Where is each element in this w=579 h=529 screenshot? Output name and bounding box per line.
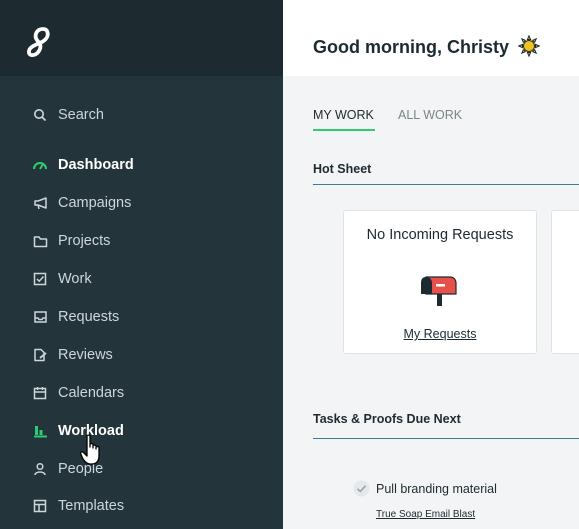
- sidebar-item-label: Reviews: [58, 347, 113, 363]
- task-project-link[interactable]: True Soap Email Blast: [376, 509, 475, 520]
- hot-sheet-divider: [313, 184, 579, 185]
- incoming-requests-card: No Incoming Requests My Requests: [343, 210, 537, 354]
- sidebar-item-people[interactable]: People: [0, 452, 283, 486]
- page-title: Good morning, Christy: [313, 35, 541, 58]
- sidebar-item-label: Campaigns: [58, 195, 132, 211]
- sidebar-item-label: Requests: [58, 309, 120, 325]
- task-complete-checkbox[interactable]: [353, 480, 370, 497]
- dashboard-gauge-icon: [32, 157, 48, 173]
- tab-all-work[interactable]: ALL WORK: [398, 108, 462, 122]
- page-header: Good morning, Christy: [283, 0, 579, 76]
- sidebar-item-templates[interactable]: Templates: [0, 489, 283, 523]
- sidebar-item-requests[interactable]: Requests: [0, 300, 283, 334]
- my-requests-link[interactable]: My Requests: [344, 327, 536, 341]
- active-tab-indicator: [313, 129, 375, 131]
- hand-pointer-cursor-icon: [80, 434, 100, 465]
- sidebar-item-projects[interactable]: Projects: [0, 224, 283, 258]
- sidebar-item-label: Search: [58, 107, 104, 123]
- task-title[interactable]: Pull branding material: [376, 482, 497, 496]
- sidebar: Search Dashboard Campaigns Projects Work: [0, 0, 283, 529]
- person-icon: [32, 461, 48, 477]
- app-logo-icon[interactable]: [24, 26, 54, 60]
- checkbox-icon: [32, 271, 48, 287]
- sidebar-item-label: Calendars: [58, 385, 125, 401]
- tasks-section-title: Tasks & Proofs Due Next: [313, 412, 461, 426]
- sidebar-item-reviews[interactable]: Reviews: [0, 338, 283, 372]
- sidebar-item-work[interactable]: Work: [0, 262, 283, 296]
- folder-icon: [32, 233, 48, 249]
- sidebar-item-calendars[interactable]: Calendars: [0, 376, 283, 410]
- search-icon: [32, 107, 48, 123]
- sidebar-item-campaigns[interactable]: Campaigns: [0, 186, 283, 220]
- tab-my-work[interactable]: MY WORK: [313, 108, 374, 122]
- sidebar-item-label: Projects: [58, 233, 111, 249]
- main-content: Good morning, Christy MY WORK ALL WORK H…: [283, 0, 579, 529]
- template-grid-icon: [32, 498, 48, 514]
- card-title: No Incoming Requests: [366, 227, 514, 243]
- inbox-icon: [32, 309, 48, 325]
- app-window: Search Dashboard Campaigns Projects Work: [0, 0, 579, 529]
- sidebar-item-workload[interactable]: Workload: [0, 414, 283, 448]
- calendar-icon: [32, 385, 48, 401]
- sidebar-item-label: Work: [58, 271, 92, 287]
- review-file-icon: [32, 347, 48, 363]
- sidebar-item-dashboard[interactable]: Dashboard: [0, 148, 283, 182]
- megaphone-icon: [32, 195, 48, 211]
- hot-sheet-title: Hot Sheet: [313, 162, 372, 176]
- hot-sheet-card-partial: [551, 210, 579, 354]
- greeting-text: Good morning, Christy: [313, 37, 509, 57]
- tasks-divider: [313, 438, 579, 439]
- bar-chart-icon: [32, 423, 48, 439]
- sidebar-item-label: Templates: [58, 498, 125, 514]
- sidebar-item-label: Dashboard: [58, 157, 134, 173]
- sun-icon: [518, 35, 541, 57]
- sidebar-header: [0, 0, 283, 76]
- sidebar-item-search[interactable]: Search: [0, 98, 283, 132]
- mailbox-icon: [421, 276, 457, 306]
